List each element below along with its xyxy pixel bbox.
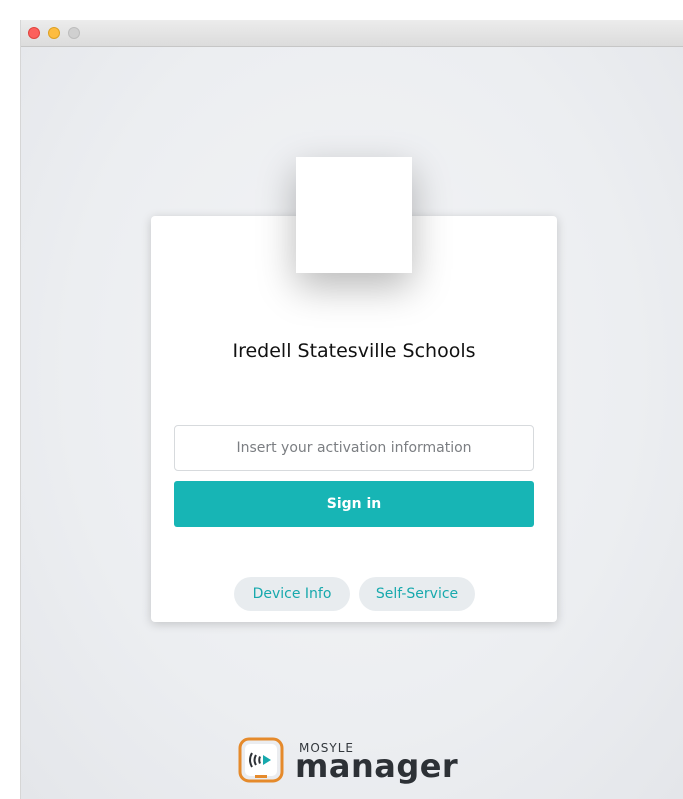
device-info-button[interactable]: Device Info xyxy=(234,577,350,611)
title-bar xyxy=(21,20,683,47)
brand-name-large: manager xyxy=(295,747,459,785)
login-card xyxy=(151,216,557,622)
self-service-button[interactable]: Self-Service xyxy=(359,577,475,611)
mosyle-manager-logo: MOSYLE manager xyxy=(238,733,488,785)
minimize-window-button[interactable] xyxy=(48,27,60,39)
close-window-button[interactable] xyxy=(28,27,40,39)
organization-logo xyxy=(296,157,412,273)
organization-name: Iredell Statesville Schools xyxy=(232,340,476,362)
app-window: Iredell Statesville Schools Sign in Devi… xyxy=(20,20,683,799)
sign-in-button[interactable]: Sign in xyxy=(174,481,534,527)
zoom-window-button[interactable] xyxy=(68,27,80,39)
activation-input[interactable] xyxy=(174,425,534,471)
mosyle-manager-icon xyxy=(238,737,284,783)
